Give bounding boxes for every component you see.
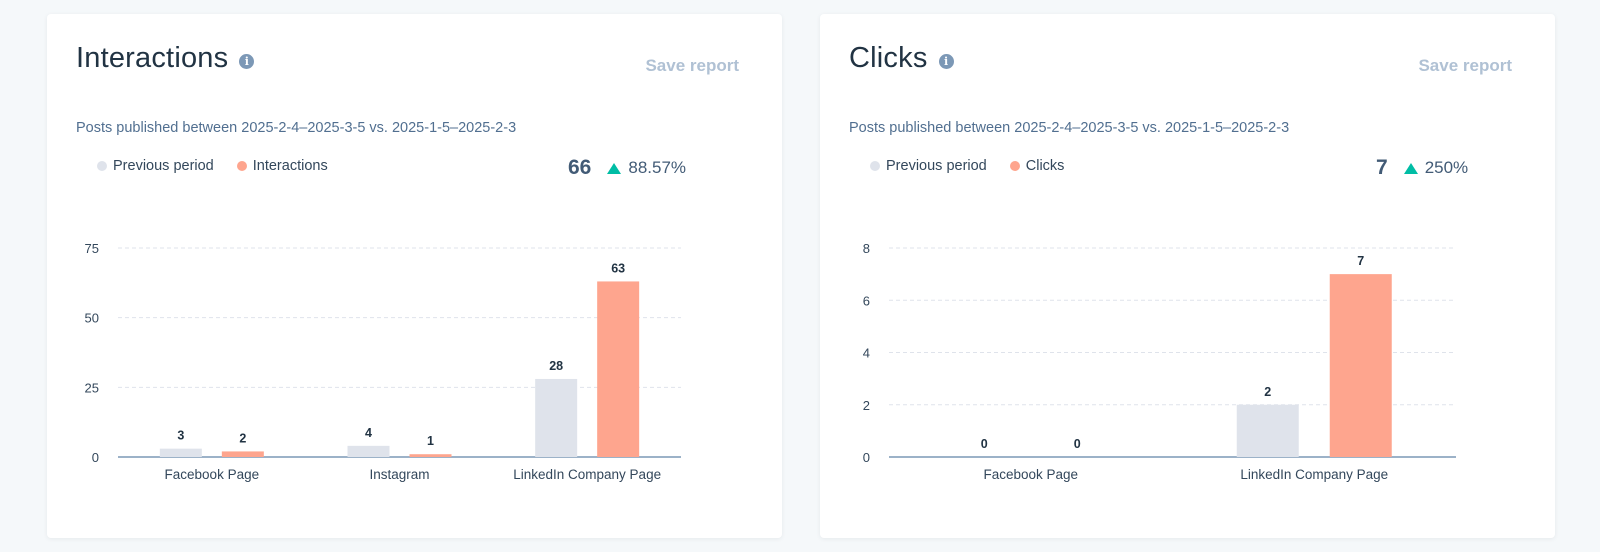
bar-previous [159, 448, 202, 457]
bar-value-label: 2 [1264, 385, 1271, 399]
bar-value-label: 0 [1074, 437, 1081, 451]
bar-current [597, 281, 640, 457]
interactions-card: Interactions i Save report Posts publish… [47, 14, 782, 538]
clicks-bar-chart: 0 2 4 6 8 0 0 Facebook Page 2 7 LinkedIn Company P… [863, 241, 1456, 482]
y-tick-label: 0 [92, 450, 99, 465]
bar-value-label: 4 [365, 426, 372, 440]
x-category-label: LinkedIn Company Page [1240, 467, 1388, 482]
bar-value-label: 63 [611, 261, 625, 275]
x-category-label: Facebook Page [165, 467, 260, 482]
bar-current [409, 454, 452, 457]
bar-value-label: 7 [1357, 254, 1364, 268]
y-tick-label: 0 [863, 450, 870, 465]
y-tick-label: 4 [863, 346, 870, 361]
clicks-card: Clicks i Save report Posts published bet… [820, 14, 1555, 538]
x-category-label: Instagram [369, 467, 429, 482]
x-category-label: Facebook Page [983, 467, 1078, 482]
bar-current [221, 451, 264, 457]
interactions-bar-chart: 0 25 50 75 3 2 Facebook Page 4 1 Instagram 28 63 Lin… [85, 241, 681, 482]
y-tick-label: 25 [85, 380, 99, 395]
bar-current [1329, 274, 1392, 457]
x-category-label: LinkedIn Company Page [513, 467, 661, 482]
y-tick-label: 8 [863, 241, 870, 256]
bar-value-label: 1 [427, 434, 434, 448]
bar-previous [535, 378, 578, 457]
y-tick-label: 6 [863, 293, 870, 308]
bar-previous [1236, 404, 1299, 457]
bar-value-label: 0 [981, 437, 988, 451]
bar-value-label: 28 [549, 359, 563, 373]
y-tick-label: 50 [85, 311, 99, 326]
bar-value-label: 3 [177, 429, 184, 443]
bar-previous [347, 445, 390, 457]
y-tick-label: 75 [85, 241, 99, 256]
bar-value-label: 2 [239, 431, 246, 445]
y-tick-label: 2 [863, 398, 870, 413]
